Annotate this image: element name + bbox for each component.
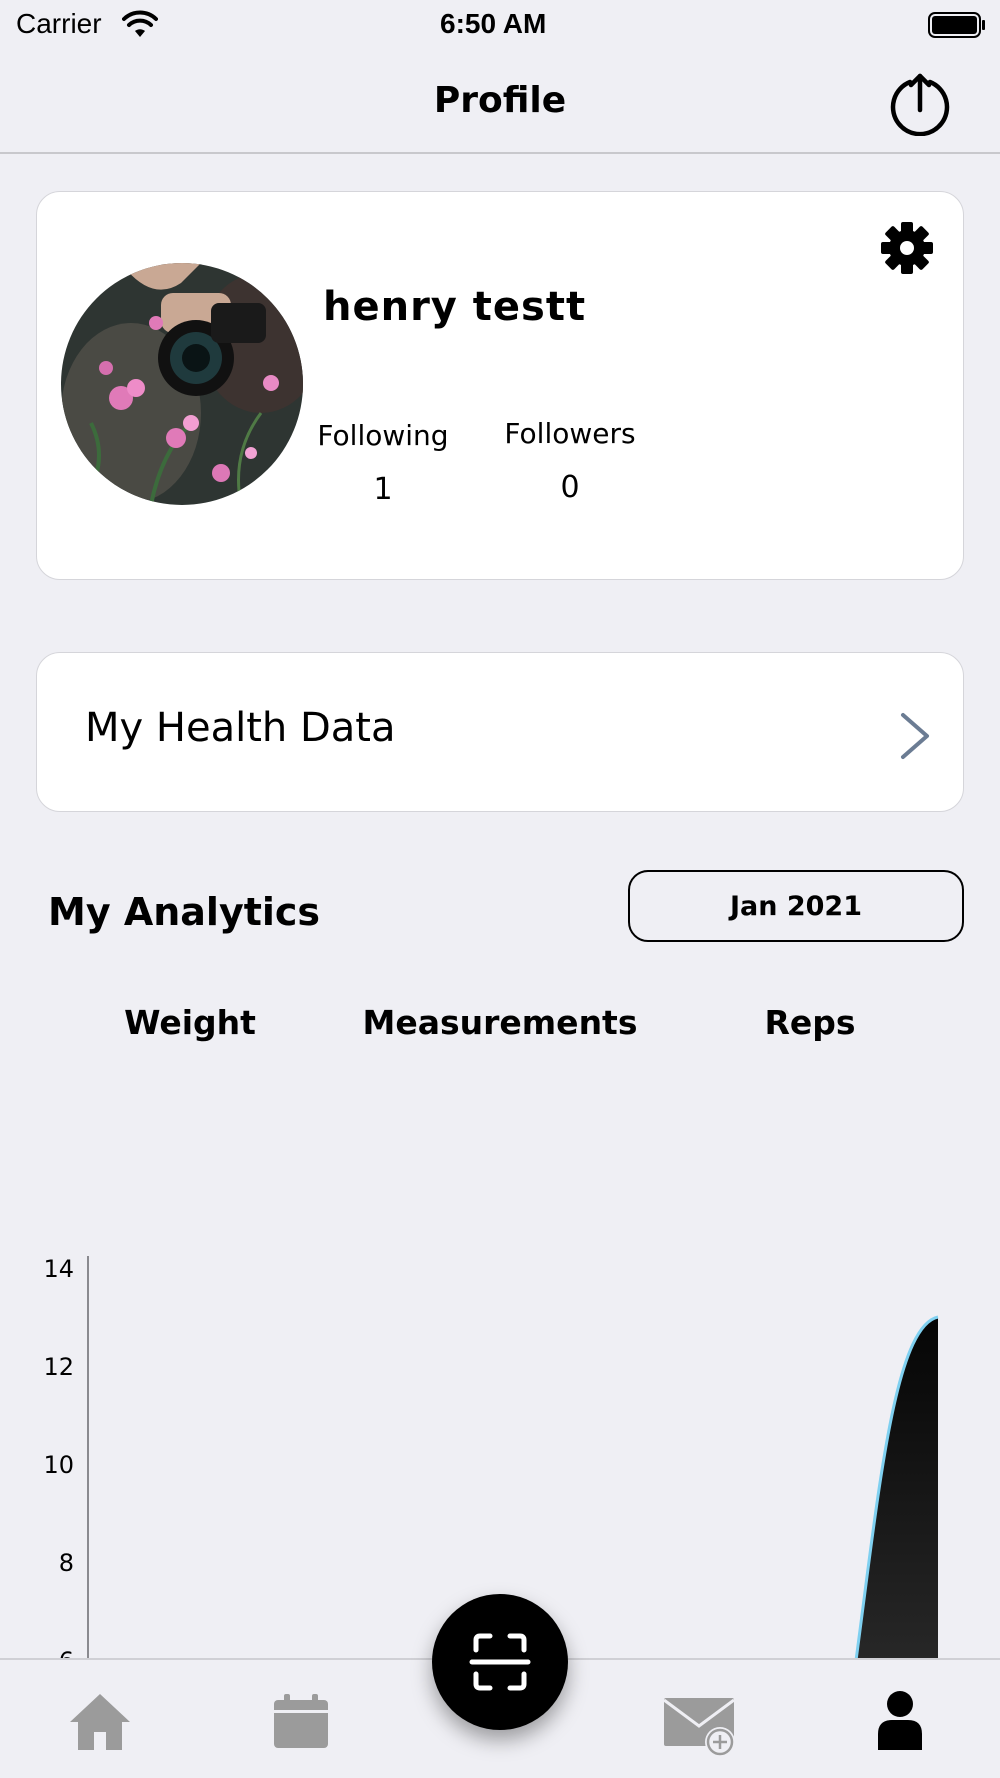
following-label: Following	[317, 419, 449, 452]
status-bar: Carrier 6:50 AM	[0, 0, 1000, 50]
followers-stat[interactable]: Followers 0	[495, 417, 645, 505]
following-stat[interactable]: Following 1	[308, 419, 458, 507]
battery-icon	[928, 12, 985, 38]
followers-count: 0	[560, 470, 580, 505]
health-data-label: My Health Data	[85, 705, 396, 751]
y-tick-label: 14	[43, 1255, 74, 1283]
profile-name: henry testt	[323, 284, 587, 330]
avatar-photo	[61, 263, 303, 505]
followers-label: Followers	[504, 417, 636, 450]
tab-reps[interactable]: Reps	[710, 1003, 910, 1042]
upload-icon[interactable]	[888, 72, 952, 136]
nav-bar: Profile	[0, 50, 1000, 154]
scan-button[interactable]	[432, 1594, 568, 1730]
y-tick-label: 10	[43, 1451, 74, 1479]
tab-measurements[interactable]: Measurements	[350, 1003, 650, 1042]
date-selector-button[interactable]: Jan 2021	[628, 870, 964, 942]
following-count: 1	[373, 472, 393, 507]
wifi-icon	[122, 10, 158, 37]
mail-add-icon[interactable]	[662, 1694, 738, 1758]
home-icon[interactable]	[68, 1692, 132, 1752]
my-health-data-button[interactable]: My Health Data	[36, 652, 964, 812]
analytics-title: My Analytics	[48, 890, 321, 934]
y-tick-label: 8	[59, 1549, 74, 1577]
status-time: 6:50 AM	[440, 8, 547, 39]
gear-icon[interactable]	[879, 220, 935, 276]
page-title: Profile	[433, 80, 567, 121]
chart-area	[852, 1317, 938, 1660]
tab-weight[interactable]: Weight	[90, 1003, 290, 1042]
chevron-right-icon	[901, 713, 929, 759]
y-tick-label: 12	[43, 1353, 74, 1381]
scan-icon	[469, 1633, 531, 1691]
carrier-label: Carrier	[16, 8, 102, 39]
person-icon[interactable]	[876, 1690, 924, 1752]
calendar-icon[interactable]	[272, 1694, 330, 1750]
profile-card: henry testt Following 1 Followers 0	[36, 191, 964, 580]
avatar[interactable]	[61, 263, 303, 505]
